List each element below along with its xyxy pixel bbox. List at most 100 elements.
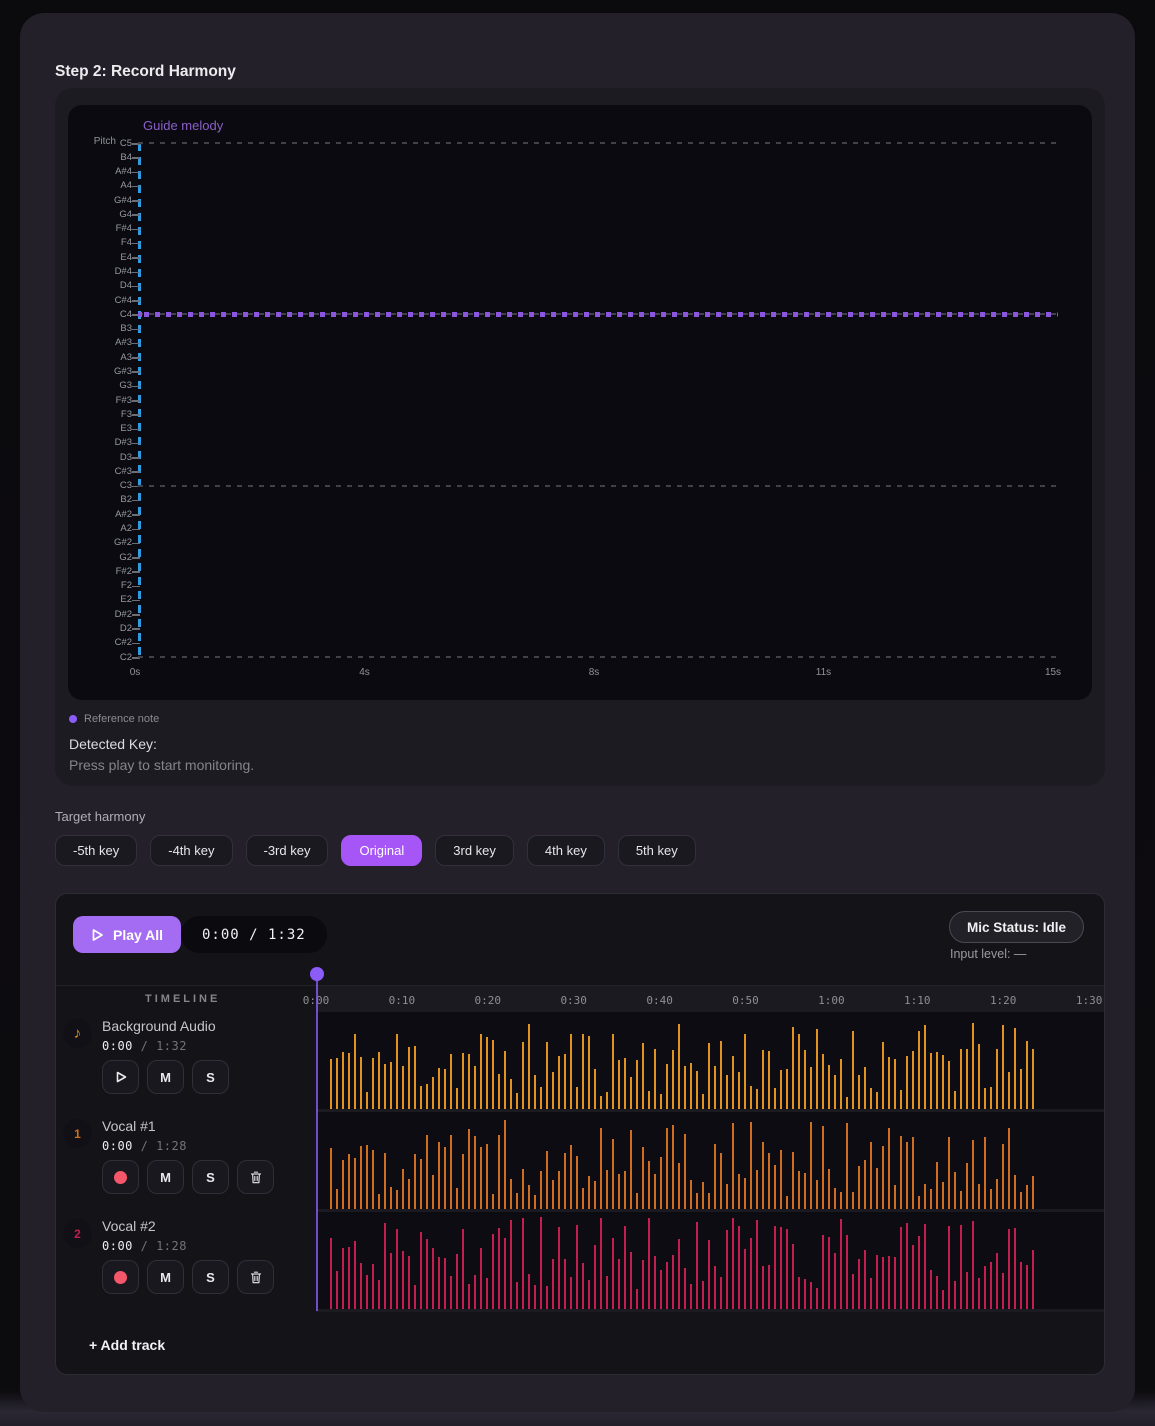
waveform-bar — [408, 1047, 410, 1109]
playhead-handle[interactable] — [310, 967, 324, 981]
waveform-bar — [780, 1227, 782, 1309]
waveform-bar — [702, 1281, 704, 1309]
harmony-option-3rd-key[interactable]: -3rd key — [246, 835, 329, 866]
pitch-label: F#2 — [74, 566, 132, 577]
waveform-bar — [966, 1163, 968, 1209]
waveform-bar — [654, 1049, 656, 1109]
waveform-bar — [444, 1147, 446, 1209]
waveform-bar — [576, 1087, 578, 1109]
waveform-bar — [636, 1193, 638, 1209]
waveform-bar — [366, 1275, 368, 1309]
waveform-bar — [864, 1250, 866, 1309]
waveform-bar — [522, 1169, 524, 1209]
waveform-bar — [858, 1259, 860, 1309]
waveform-bar — [1008, 1229, 1010, 1309]
waveform-bar — [330, 1059, 332, 1109]
waveform-bar — [900, 1227, 902, 1309]
waveform-bar — [984, 1088, 986, 1109]
waveform-bar — [612, 1139, 614, 1209]
waveform-bar — [990, 1189, 992, 1209]
waveform-bar — [606, 1170, 608, 1209]
waveform-bar — [786, 1069, 788, 1109]
waveform-bar — [678, 1239, 680, 1309]
track-buttons: MS — [102, 1260, 274, 1294]
waveform-bar — [498, 1135, 500, 1209]
waveform-bar — [582, 1034, 584, 1109]
waveform-bar — [846, 1123, 848, 1209]
play-all-button[interactable]: Play All — [73, 916, 181, 953]
waveform-bar — [978, 1184, 980, 1209]
waveform-bar — [888, 1128, 890, 1209]
waveform-bar — [786, 1229, 788, 1309]
waveform-bar — [756, 1170, 758, 1209]
waveform-bar — [576, 1156, 578, 1209]
waveform-bar — [414, 1046, 416, 1109]
waveform-bar — [612, 1034, 614, 1109]
waveform-bar — [408, 1256, 410, 1309]
harmony-option-4th-key[interactable]: 4th key — [527, 835, 605, 866]
waveform-bar — [684, 1268, 686, 1309]
pitch-tick-icon — [132, 529, 140, 531]
waveform-bar — [792, 1244, 794, 1309]
harmony-option-5th-key[interactable]: 5th key — [618, 835, 696, 866]
solo-button[interactable]: S — [192, 1160, 229, 1194]
waveform-bar — [666, 1064, 668, 1109]
waveform-bar — [930, 1270, 932, 1309]
track-lane[interactable] — [316, 1012, 1104, 1109]
harmony-option-4th-key[interactable]: -4th key — [150, 835, 232, 866]
solo-button[interactable]: S — [192, 1060, 229, 1094]
waveform-bar — [762, 1266, 764, 1309]
timeline-ruler[interactable]: 0:000:100:200:300:400:501:001:101:201:30 — [316, 986, 1104, 1012]
waveform-bar — [972, 1221, 974, 1309]
harmony-option-original[interactable]: Original — [341, 835, 422, 866]
harmony-option-3rd-key[interactable]: 3rd key — [435, 835, 514, 866]
waveform-bar — [720, 1041, 722, 1109]
waveform-bar — [912, 1051, 914, 1109]
solo-button[interactable]: S — [192, 1260, 229, 1294]
waveform-bar — [372, 1150, 374, 1209]
waveform-bar — [480, 1147, 482, 1209]
waveform-bar — [948, 1226, 950, 1309]
waveform-bar — [912, 1245, 914, 1309]
waveform-bar — [702, 1094, 704, 1109]
record-button[interactable] — [102, 1160, 139, 1194]
waveform-bar — [576, 1225, 578, 1309]
mute-button[interactable]: M — [147, 1260, 184, 1294]
track-badge: ♪ — [74, 1025, 82, 1042]
waveform-bar — [804, 1050, 806, 1109]
mute-button[interactable]: M — [147, 1060, 184, 1094]
waveform-bar — [756, 1089, 758, 1109]
time-axis-label: 11s — [816, 667, 831, 678]
track-lane[interactable] — [316, 1112, 1104, 1209]
waveform-bar — [960, 1049, 962, 1109]
music-note-icon: ♪ — [63, 1019, 92, 1048]
mute-button[interactable]: M — [147, 1160, 184, 1194]
waveform-bar — [378, 1052, 380, 1109]
waveform-bar — [1014, 1175, 1016, 1209]
waveform-bar — [876, 1092, 878, 1109]
waveform-bar — [642, 1147, 644, 1209]
waveform-bar — [732, 1218, 734, 1309]
track-current-time: 0:00 — [102, 1039, 133, 1053]
waveform-bar — [942, 1290, 944, 1309]
record-button[interactable] — [102, 1260, 139, 1294]
pitch-label: C#3 — [74, 466, 132, 477]
pitch-label: F#4 — [74, 223, 132, 234]
delete-button[interactable] — [237, 1160, 274, 1194]
add-track-button[interactable]: + Add track — [89, 1337, 165, 1353]
waveform-bar — [1020, 1069, 1022, 1109]
waveform-bar — [708, 1043, 710, 1109]
delete-button[interactable] — [237, 1260, 274, 1294]
waveform-bar — [420, 1232, 422, 1309]
pitch-tick-icon — [132, 214, 140, 216]
harmony-options: -5th key -4th key -3rd key Original 3rd key 4… — [55, 835, 696, 866]
waveform-bar — [822, 1126, 824, 1209]
waveform-bar — [1008, 1128, 1010, 1209]
timeline-panel: Play All 0:00 / 1:32 Mic Status: Idle In… — [55, 893, 1105, 1375]
track-lane[interactable] — [316, 1212, 1104, 1309]
harmony-option-5th-key[interactable]: -5th key — [55, 835, 137, 866]
play-button[interactable] — [102, 1060, 139, 1094]
waveform-bar — [744, 1034, 746, 1109]
waveform-bar — [804, 1173, 806, 1209]
waveform-bar — [546, 1286, 548, 1309]
